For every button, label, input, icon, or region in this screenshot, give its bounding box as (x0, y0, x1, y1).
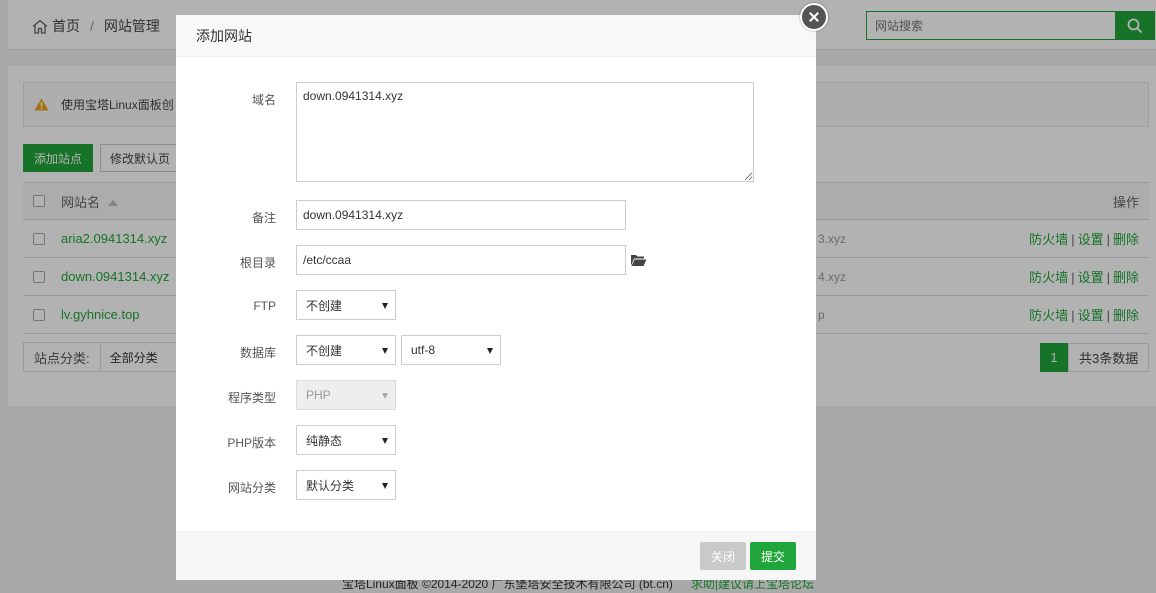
domain-textarea[interactable]: down.0941314.xyz (296, 82, 754, 182)
php-version-select[interactable]: 纯静态 (296, 425, 396, 455)
site-category-label: 网站分类 (227, 481, 276, 495)
chevron-down-icon (487, 348, 493, 354)
chevron-down-icon (382, 438, 388, 444)
domain-label: 域名 (251, 93, 276, 107)
program-type-select: PHP (296, 380, 396, 410)
dialog-header: 添加网站 (176, 15, 816, 57)
charset-select[interactable]: utf-8 (401, 335, 501, 365)
add-site-dialog: 添加网站 域名 down.0941314.xyz 备注 根目录 FTP 不创建 … (176, 15, 816, 580)
program-type-label: 程序类型 (227, 391, 276, 405)
ftp-select-value: 不创建 (306, 298, 343, 313)
remark-input[interactable] (296, 200, 626, 230)
chevron-down-icon (382, 348, 388, 354)
database-label: 数据库 (239, 346, 276, 360)
chevron-down-icon (382, 393, 388, 399)
database-select-value: 不创建 (306, 343, 343, 358)
root-dir-label: 根目录 (239, 256, 276, 270)
dialog-footer: 关闭 提交 (176, 531, 816, 580)
root-dir-input[interactable] (296, 245, 626, 275)
php-version-label: PHP版本 (227, 436, 276, 450)
close-icon[interactable] (800, 3, 828, 31)
chevron-down-icon (382, 303, 388, 309)
php-version-select-value: 纯静态 (306, 433, 343, 448)
dialog-title: 添加网站 (196, 27, 252, 44)
ftp-label: FTP (253, 299, 276, 313)
close-button[interactable]: 关闭 (700, 542, 746, 570)
database-select[interactable]: 不创建 (296, 335, 396, 365)
folder-open-icon[interactable] (630, 253, 647, 267)
chevron-down-icon (382, 483, 388, 489)
remark-label: 备注 (251, 211, 276, 225)
program-type-select-value: PHP (306, 388, 331, 402)
charset-select-value: utf-8 (411, 343, 436, 357)
ftp-select[interactable]: 不创建 (296, 290, 396, 320)
site-category-select[interactable]: 默认分类 (296, 470, 396, 500)
submit-button[interactable]: 提交 (750, 542, 796, 570)
site-category-select-value: 默认分类 (306, 478, 355, 493)
